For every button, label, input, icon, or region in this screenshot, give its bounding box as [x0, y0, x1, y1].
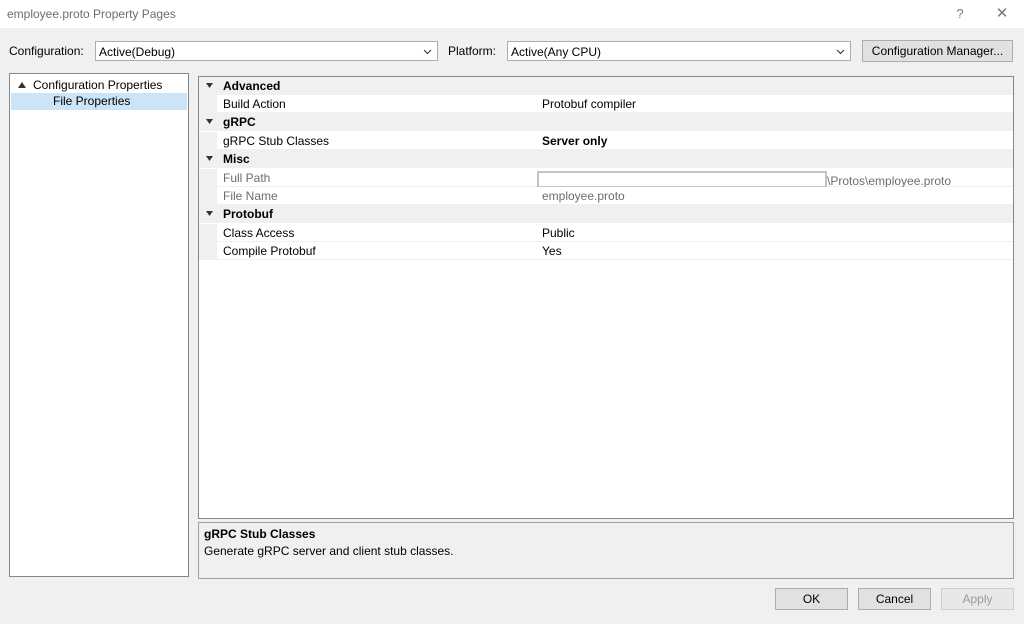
- description-pane: gRPC Stub Classes Generate gRPC server a…: [198, 522, 1014, 579]
- tree-item-label: Configuration Properties: [33, 78, 163, 92]
- property-row-file-name[interactable]: File Name employee.proto: [199, 187, 1013, 205]
- tree-item-configuration-properties[interactable]: Configuration Properties: [18, 77, 162, 94]
- expanded-triangle-icon[interactable]: [18, 82, 26, 88]
- configuration-dropdown[interactable]: Active(Debug): [95, 41, 438, 61]
- category-name: Protobuf: [223, 207, 273, 221]
- property-grid: Advanced Build Action Protobuf compiler …: [198, 76, 1014, 519]
- title-bar: employee.proto Property Pages ? ✕: [0, 0, 1024, 28]
- ok-button[interactable]: OK: [775, 588, 848, 610]
- property-row-grpc-stub-classes[interactable]: gRPC Stub Classes Server only: [199, 132, 1013, 150]
- configuration-manager-button[interactable]: Configuration Manager...: [862, 40, 1013, 62]
- row-gutter: [199, 187, 217, 205]
- category-misc[interactable]: Misc: [199, 150, 1013, 168]
- row-gutter: [199, 169, 217, 187]
- category-name: Advanced: [223, 79, 281, 93]
- row-gutter: [199, 224, 217, 242]
- property-name: Full Path: [223, 171, 271, 185]
- chevron-down-icon: [836, 49, 845, 55]
- property-value: \Protos\employee.proto: [827, 174, 952, 188]
- category-name: Misc: [223, 152, 250, 166]
- platform-dropdown[interactable]: Active(Any CPU): [507, 41, 851, 61]
- tree-item-file-properties[interactable]: File Properties: [11, 93, 187, 110]
- expanded-triangle-icon[interactable]: [205, 154, 214, 163]
- property-name: Build Action: [223, 97, 286, 111]
- expanded-triangle-icon[interactable]: [205, 81, 214, 90]
- configuration-label: Configuration:: [9, 44, 84, 58]
- platform-value: Active(Any CPU): [511, 45, 602, 59]
- property-value[interactable]: Server only: [542, 134, 607, 148]
- property-row-build-action[interactable]: Build Action Protobuf compiler: [199, 95, 1013, 113]
- row-gutter: [199, 132, 217, 150]
- apply-button[interactable]: Apply: [941, 588, 1014, 610]
- row-gutter: [199, 242, 217, 260]
- property-name: gRPC Stub Classes: [223, 134, 330, 148]
- category-name: gRPC: [223, 115, 256, 129]
- redacted-path: [537, 171, 827, 188]
- tree-item-label: File Properties: [53, 94, 131, 108]
- configuration-value: Active(Debug): [99, 45, 176, 59]
- window-title: employee.proto Property Pages: [7, 7, 176, 21]
- expanded-triangle-icon[interactable]: [205, 117, 214, 126]
- close-button[interactable]: ✕: [992, 5, 1012, 23]
- platform-label: Platform:: [448, 44, 497, 58]
- category-advanced[interactable]: Advanced: [199, 77, 1013, 95]
- property-name: File Name: [223, 189, 278, 203]
- description-title: gRPC Stub Classes: [204, 527, 316, 541]
- category-grpc[interactable]: gRPC: [199, 113, 1013, 131]
- cancel-button[interactable]: Cancel: [858, 588, 931, 610]
- expanded-triangle-icon[interactable]: [205, 209, 214, 218]
- property-value[interactable]: Protobuf compiler: [542, 97, 636, 111]
- category-protobuf[interactable]: Protobuf: [199, 205, 1013, 223]
- row-gutter: [199, 95, 217, 113]
- property-row-full-path[interactable]: Full Path \Protos\employee.proto: [199, 169, 1013, 188]
- property-value[interactable]: Yes: [542, 244, 562, 258]
- property-value[interactable]: employee.proto: [542, 189, 625, 203]
- help-button[interactable]: ?: [950, 5, 970, 23]
- property-row-class-access[interactable]: Class Access Public: [199, 224, 1013, 242]
- property-row-compile-protobuf[interactable]: Compile Protobuf Yes: [199, 242, 1013, 260]
- property-value[interactable]: Public: [542, 226, 575, 240]
- description-text: Generate gRPC server and client stub cla…: [204, 544, 454, 558]
- property-name: Compile Protobuf: [223, 244, 316, 258]
- property-value-full-path[interactable]: \Protos\employee.proto: [537, 171, 951, 188]
- property-name: Class Access: [223, 226, 295, 240]
- chevron-down-icon: [423, 49, 432, 55]
- property-tree: Configuration Properties File Properties: [9, 73, 189, 577]
